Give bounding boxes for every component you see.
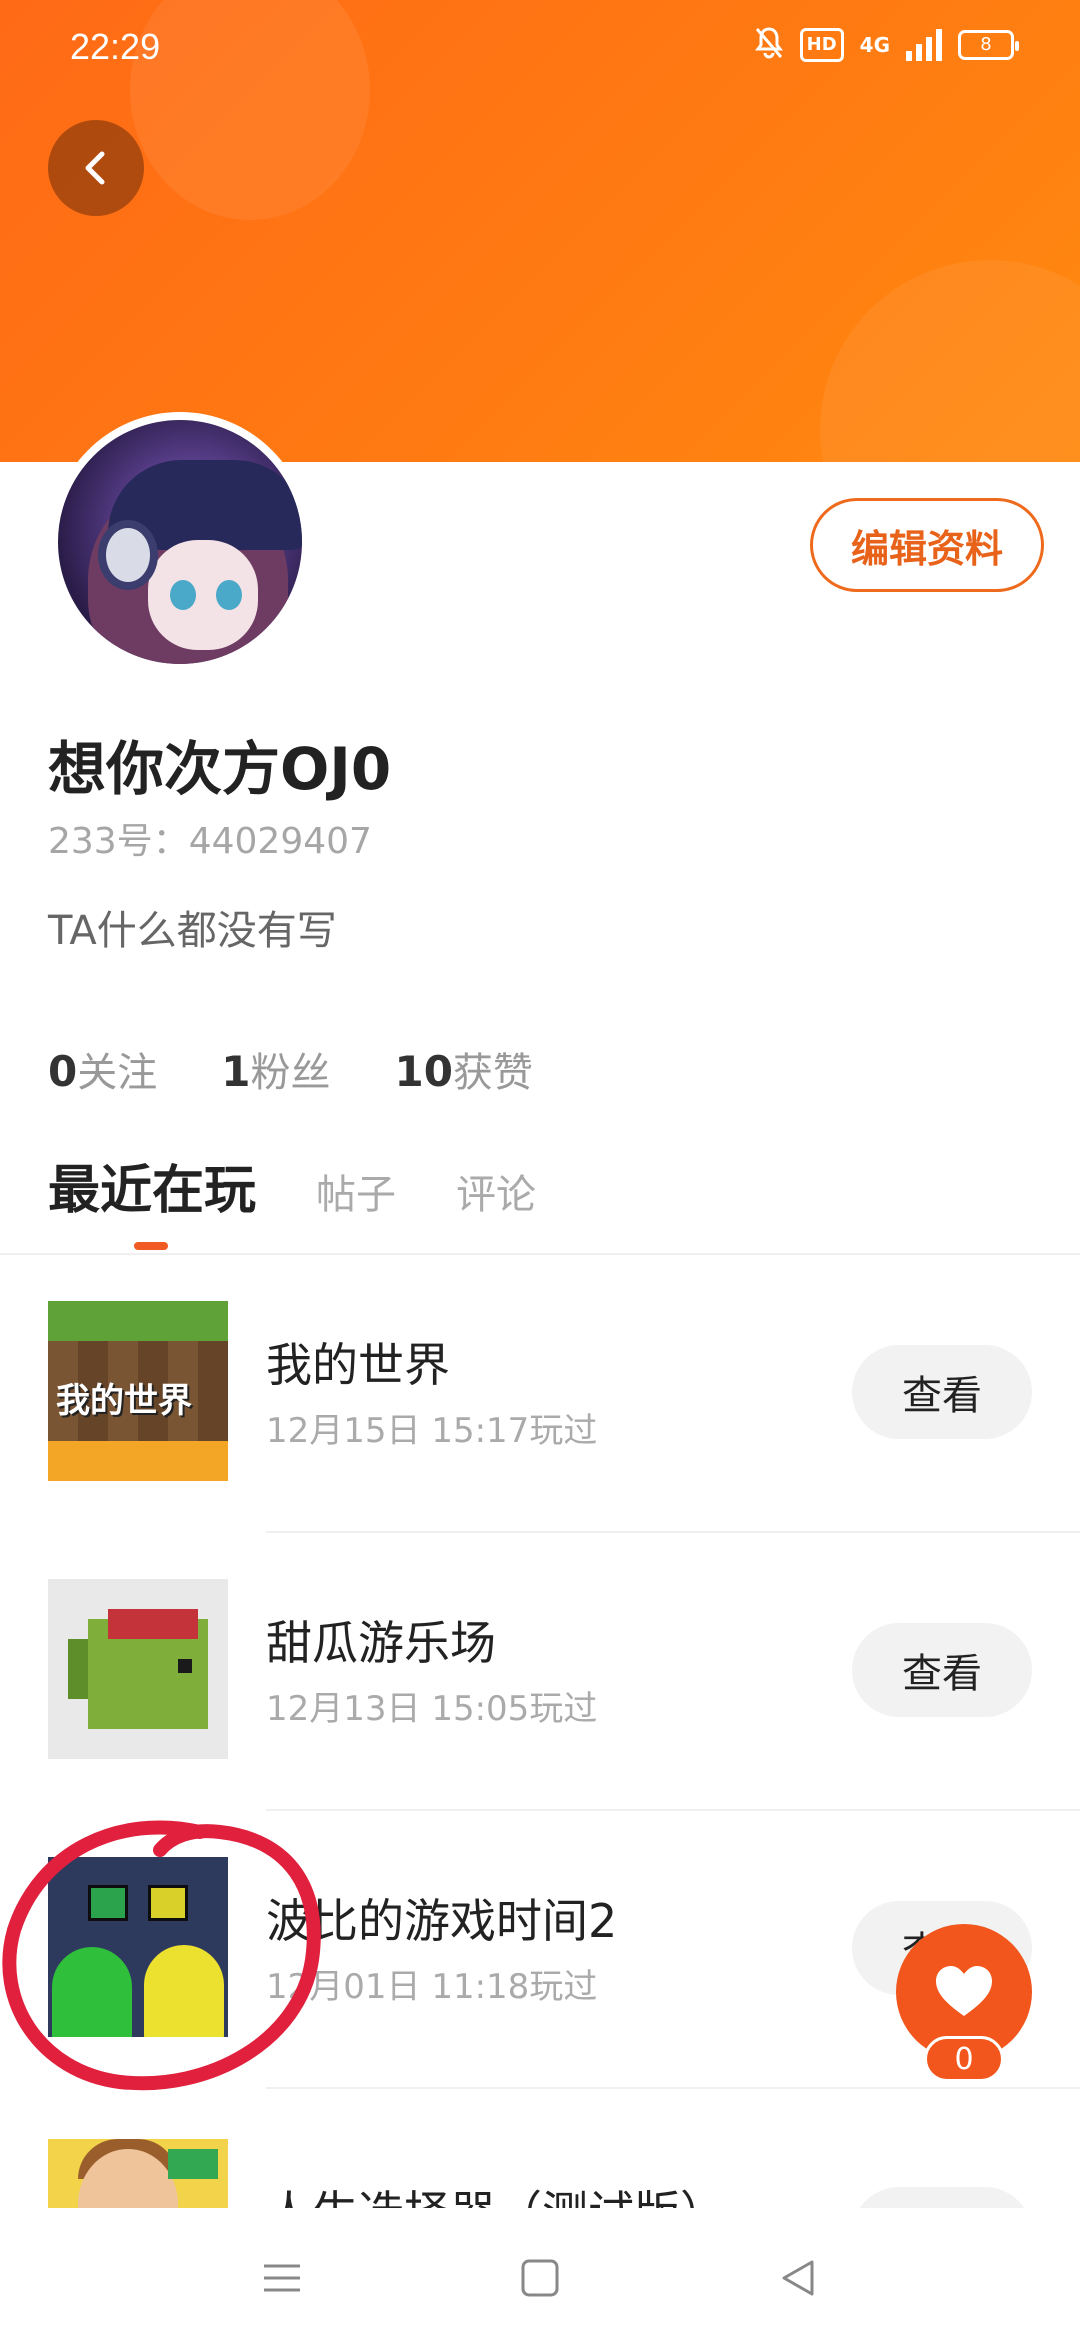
thumbnail-title: 我的世界 [56,1381,192,1421]
view-button[interactable]: 查看 [852,1345,1032,1439]
game-name: 人生选择器（测试版） [266,2177,726,2209]
game-thumbnail [48,2139,228,2209]
stat-likes[interactable]: 10 获赞 [394,1040,532,1098]
stat-label: 关注 [77,1050,158,1096]
like-count: 0 [924,2036,1004,2082]
status-bar: 22:29 HD 4G 8 [0,0,1080,96]
stat-value: 1 [221,1047,251,1096]
avatar[interactable] [50,412,310,672]
game-thumbnail: 我的世界 [48,1301,228,1481]
network-type-icon: 4G [859,33,890,57]
game-name: 甜瓜游乐场 [266,1616,496,1670]
tab-posts[interactable]: 帖子 [316,1162,396,1220]
list-item[interactable]: 我的世界 我的世界 12月15日 15:17玩过 查看 [0,1255,1080,1533]
list-item[interactable]: 甜瓜游乐场 12月13日 15:05玩过 查看 [0,1533,1080,1811]
user-bio: TA什么都没有写 [48,908,337,954]
red-circle-annotation [2,1820,321,2091]
menu-nav-button[interactable] [252,2248,312,2308]
game-thumbnail [48,1579,228,1759]
square-icon [521,2259,559,2297]
tab-recently-played[interactable]: 最近在玩 [48,1148,256,1223]
tab-comments[interactable]: 评论 [456,1162,536,1220]
banner-decoration [820,260,1080,462]
hd-icon: HD [799,28,844,62]
user-id: 233号：44029407 [48,821,372,862]
back-button[interactable] [48,120,144,216]
headphone-shape [98,520,158,590]
home-nav-button[interactable] [510,2248,570,2308]
edit-profile-button[interactable]: 编辑资料 [810,498,1044,592]
stat-fans[interactable]: 1 粉丝 [221,1040,330,1098]
mute-bell-icon [754,26,784,64]
stat-value: 0 [48,1047,78,1096]
last-played: 12月15日 15:17玩过 [266,1411,598,1451]
active-tab-indicator [134,1242,168,1250]
stat-label: 获赞 [452,1050,533,1096]
user-nickname: 想你次方OJ0 [48,735,392,803]
view-button[interactable] [852,2187,1032,2209]
heart-icon [936,1966,992,2016]
stat-label: 粉丝 [250,1050,331,1096]
system-nav-bar [0,2208,1080,2340]
view-button[interactable]: 查看 [852,1623,1032,1717]
last-played: 12月13日 15:05玩过 [266,1689,598,1729]
signal-icon [906,29,942,61]
stat-value: 10 [394,1047,453,1096]
back-nav-button[interactable] [768,2248,828,2308]
profile-tabs: 最近在玩 帖子 评论 [48,1148,596,1223]
game-name: 我的世界 [266,1338,450,1392]
status-time: 22:29 [70,26,161,67]
triangle-back-icon [782,2260,814,2296]
battery-icon: 8 [958,30,1019,60]
menu-icon [264,2264,300,2292]
stat-following[interactable]: 0 关注 [48,1040,157,1098]
profile-stats: 0 关注 1 粉丝 10 获赞 [48,1040,533,1098]
chevron-left-icon [85,151,105,185]
